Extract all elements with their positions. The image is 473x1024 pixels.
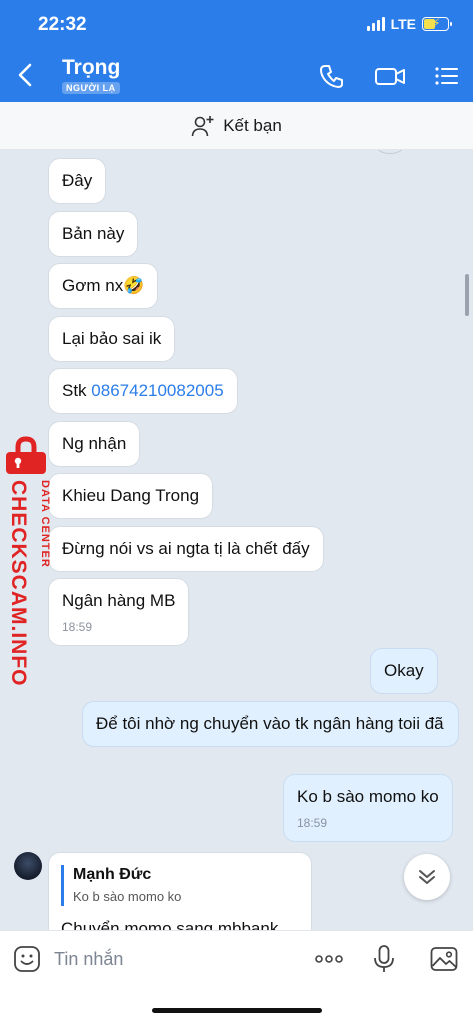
message-bubble[interactable]: Đây [48,158,107,204]
more-icon[interactable] [314,944,344,974]
message-bubble[interactable]: Stk 08674210082005 [48,368,238,414]
message-text: Gơm nx🤣 [62,276,145,295]
add-person-icon [191,115,214,136]
message-input[interactable]: Tin nhắn [54,949,123,970]
message-bubble-outgoing[interactable]: Để tôi nhờ ng chuyển vào tk ngân hàng to… [82,701,459,747]
back-icon[interactable] [14,60,38,90]
chat-header: Trọng NGƯỜI LẠ [0,50,473,102]
home-indicator[interactable] [152,1008,322,1013]
stranger-badge: NGƯỜI LẠ [62,82,120,94]
message-bubble[interactable]: Lại bảo sai ik [48,316,176,362]
message-bubble-outgoing[interactable]: Ko b sào momo ko 18:59 [283,774,453,842]
watermark-data-center: DATA CENTER [39,480,51,568]
reply-message-bubble[interactable]: Mạnh Đức Ko b sào momo ko Chuyển momo sa… [48,852,312,930]
message-text: Đừng nói vs ai ngta tị là chết đấy [62,539,310,558]
scrollbar[interactable] [465,274,469,316]
double-chevron-down-icon [419,870,435,884]
watermark: DATA CENTER CHECKSCAM.INFO [2,436,51,687]
message-time: 18:59 [62,620,93,634]
message-text: Để tôi nhờ ng chuyển vào tk ngân hàng to… [96,714,444,733]
message-bubble[interactable]: Bản này [48,211,139,257]
status-time: 22:32 [38,14,87,35]
phone-icon[interactable] [318,62,346,90]
avatar[interactable] [14,852,42,880]
network-label: LTE [390,16,416,32]
message-text: Ko b sào momo ko [297,787,439,806]
message-text: Stk [62,381,92,400]
message-text: Bản này [62,224,125,243]
message-bubble[interactable]: Đừng nói vs ai ngta tị là chết đấy [48,526,324,572]
message-bubble[interactable]: Gơm nx🤣 [48,263,159,309]
message-text: Okay [384,661,424,680]
message-bubble-outgoing[interactable]: Okay [370,648,438,694]
status-indicators: LTE ⚡ [366,16,452,32]
message-bubble[interactable]: Ng nhận [48,421,141,467]
lock-icon [6,436,46,474]
scroll-to-bottom-button[interactable] [404,854,450,900]
home-area [0,986,473,1024]
add-friend-button[interactable]: Kết bạn [0,102,473,150]
message-bubble[interactable]: Khieu Dang Trong [48,473,214,519]
account-number-link[interactable]: 08674210082005 [91,381,223,400]
signal-icon [366,17,385,31]
menu-list-icon[interactable] [432,62,460,90]
quoted-message[interactable]: Mạnh Đức Ko b sào momo ko [61,865,181,906]
image-icon[interactable] [429,944,459,974]
message-time: 18:59 [297,816,328,830]
contact-name[interactable]: Trọng [62,56,120,80]
status-bar: 22:32 LTE ⚡ [0,0,473,50]
message-text: Ng nhận [62,434,127,453]
message-text: Chuyển momo sang mbbank [61,919,279,930]
quoted-text: Ko b sào momo ko [73,889,182,904]
microphone-icon[interactable] [369,944,399,974]
video-call-icon[interactable] [374,62,406,90]
message-list[interactable]: Đây Bản này Gơm nx🤣 Lại bảo sai ik Stk 0… [0,150,473,930]
battery-icon: ⚡ [422,16,452,31]
watermark-checkscam: CHECKSCAM.INFO [7,480,30,687]
quoted-sender-name: Mạnh Đức [73,866,152,883]
emoji-icon[interactable] [12,944,42,974]
message-text: Khieu Dang Trong [62,486,200,505]
add-friend-label: Kết bạn [223,115,282,135]
message-text: Đây [62,171,93,190]
message-bubble[interactable]: Ngân hàng MB 18:59 [48,578,190,646]
message-input-bar: Tin nhắn [0,930,473,986]
message-text: Lại bảo sai ik [62,329,162,348]
previous-element-edge [376,150,404,154]
message-text: Ngân hàng MB [62,591,176,610]
